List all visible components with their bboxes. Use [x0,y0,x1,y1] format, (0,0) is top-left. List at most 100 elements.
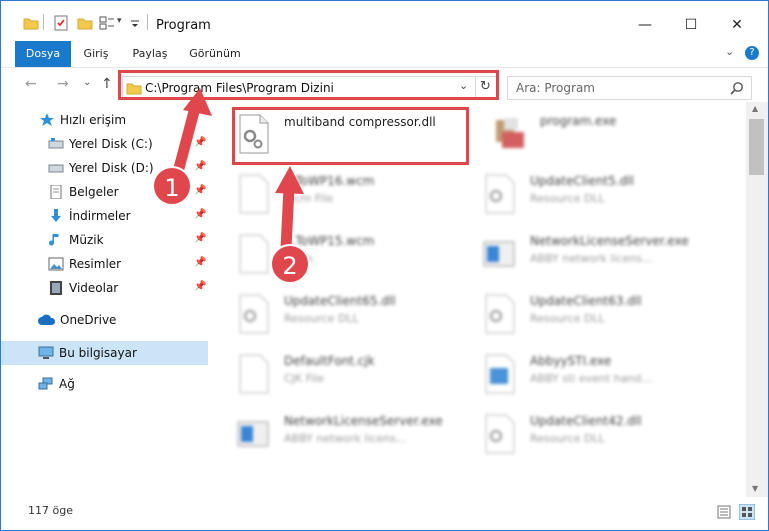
video-icon [50,281,62,295]
file-name: UpdateClient65.dll [284,294,396,308]
details-view-icon[interactable] [717,505,731,519]
file-name: NetworkLicenseServer.exe [284,414,443,428]
application-icon [483,241,515,267]
file-item[interactable]: NetworkLicenseServer.exe ABBY network li… [236,408,476,468]
back-button[interactable]: ← [25,76,37,92]
tab-view[interactable]: Görünüm [187,41,243,67]
file-item[interactable]: ...ToWP16.wcm ...cm File [236,168,476,228]
sidebar-item-label: Hızlı erişim [60,113,127,127]
folder-icon [23,18,39,30]
properties-icon[interactable] [53,15,69,31]
pin-icon: 📌 [194,185,207,196]
application-icon [485,354,515,394]
sidebar-item-label: Belgeler [69,185,119,199]
sidebar-item-label: Resimler [69,257,122,271]
scroll-up-icon[interactable]: ▲ [752,104,758,113]
file-name: NetworkLicenseServer.exe [530,234,689,248]
chevron-down-icon[interactable]: ▾ [117,16,122,32]
search-input[interactable]: Ara: Program [516,81,595,95]
item-count: 117 öge [28,504,73,517]
maximize-button[interactable]: ☐ [668,9,714,41]
close-button[interactable]: ✕ [714,9,760,41]
sidebar-item-label: Yerel Disk (D:) [69,161,154,175]
minimize-button[interactable]: — [622,9,668,41]
pin-icon: 📌 [194,137,207,148]
drive-icon [48,164,64,173]
sidebar-item-downloads[interactable]: İndirmeler 📌 [1,204,208,228]
file-name: program.exe [540,114,617,128]
sidebar-item-label: İndirmeler [69,209,131,223]
file-name: UpdateClient5.dll [530,174,634,188]
file-item[interactable]: UpdateClient5.dll Resource DLL [482,168,722,228]
tab-share[interactable]: Paylaş [127,41,173,67]
step-1-badge: 1 [152,166,192,206]
picture-icon [48,257,64,271]
file-highlight-box [232,107,469,165]
status-bar: 117 öge [1,497,768,530]
window-title: Program [156,18,211,33]
file-type: Resource DLL [284,312,359,325]
sidebar-item-this-pc[interactable]: Bu bilgisayar [1,341,208,365]
sidebar-item-disk-c[interactable]: Yerel Disk (C:) 📌 [1,132,208,156]
file-item[interactable]: UpdateClient63.dll Resource DLL [482,288,722,348]
file-item[interactable]: AbbyySTI.exe ABBY sti event hand... [482,348,722,408]
vertical-scrollbar[interactable]: ▲ ▼ [746,102,768,497]
exe-file-icon [496,118,524,148]
tab-home[interactable]: Giriş [79,41,113,67]
computer-icon [38,346,54,359]
pin-icon: 📌 [194,209,207,220]
scrollbar-thumb[interactable] [749,119,764,175]
file-item[interactable]: NetworkLicenseServer.exe ABBY network li… [482,228,722,288]
ribbon-tabs: Dosya Giriş Paylaş Görünüm ⌄ ? [1,41,768,68]
drive-icon [48,138,64,149]
pin-icon: 📌 [194,281,207,292]
forward-button[interactable]: → [57,76,69,92]
file-name: DefaultFont.cjk [284,354,375,368]
search-icon [730,82,743,95]
file-item[interactable]: DefaultFont.cjk CJK File [236,348,476,408]
new-folder-icon[interactable] [77,15,93,31]
sidebar-item-videos[interactable]: Videolar 📌 [1,276,208,300]
search-box[interactable]: Ara: Program [507,76,752,100]
sidebar-item-quick-access[interactable]: Hızlı erişim [1,108,208,132]
tab-file[interactable]: Dosya [15,41,71,67]
view-icon[interactable] [99,15,115,31]
up-button[interactable]: ↑ [101,76,113,92]
file-name: UpdateClient63.dll [530,294,642,308]
navigation-pane: Hızlı erişim Yerel Disk (C:) 📌 Yerel Dis… [1,102,208,497]
download-icon [51,209,61,222]
file-item[interactable]: program.exe [492,108,732,168]
file-name: UpdateClient42.dll [530,414,642,428]
pin-icon: 📌 [194,233,207,244]
file-item[interactable]: UpdateClient42.dll Resource DLL [482,408,722,468]
step-2-badge: 2 [270,244,310,284]
help-icon[interactable]: ? [745,46,759,60]
file-name: ...ToWP16.wcm [284,174,375,188]
customize-toolbar-icon[interactable] [129,15,141,31]
document-file-icon [239,174,269,214]
ribbon-collapse-icon[interactable]: ⌄ [725,45,734,58]
sidebar-item-onedrive[interactable]: OneDrive [1,308,208,332]
file-type: Resource DLL [530,432,605,445]
sidebar-item-label: OneDrive [60,313,117,327]
document-file-icon [239,354,269,394]
sidebar-item-music[interactable]: Müzik 📌 [1,228,208,252]
sidebar-item-label: Videolar [69,281,119,295]
file-type: Resource DLL [530,192,605,205]
recent-locations-button[interactable]: ⌄ [83,77,91,88]
file-type: CJK File [284,372,325,385]
address-highlight-box [118,70,499,100]
title-bar: ▾ Program — ☐ ✕ [1,1,768,41]
dll-file-icon [485,414,515,454]
document-file-icon [239,234,269,274]
separator [147,14,148,30]
scroll-down-icon[interactable]: ▼ [752,484,758,493]
file-item[interactable]: UpdateClient65.dll Resource DLL [236,288,476,348]
document-icon [50,185,62,199]
sidebar-item-label: Yerel Disk (C:) [69,137,153,151]
sidebar-item-pictures[interactable]: Resimler 📌 [1,252,208,276]
large-icons-view-icon[interactable] [739,504,755,520]
file-name: AbbyySTI.exe [530,354,612,368]
sidebar-item-network[interactable]: Ağ [1,372,208,396]
application-icon [237,421,269,447]
